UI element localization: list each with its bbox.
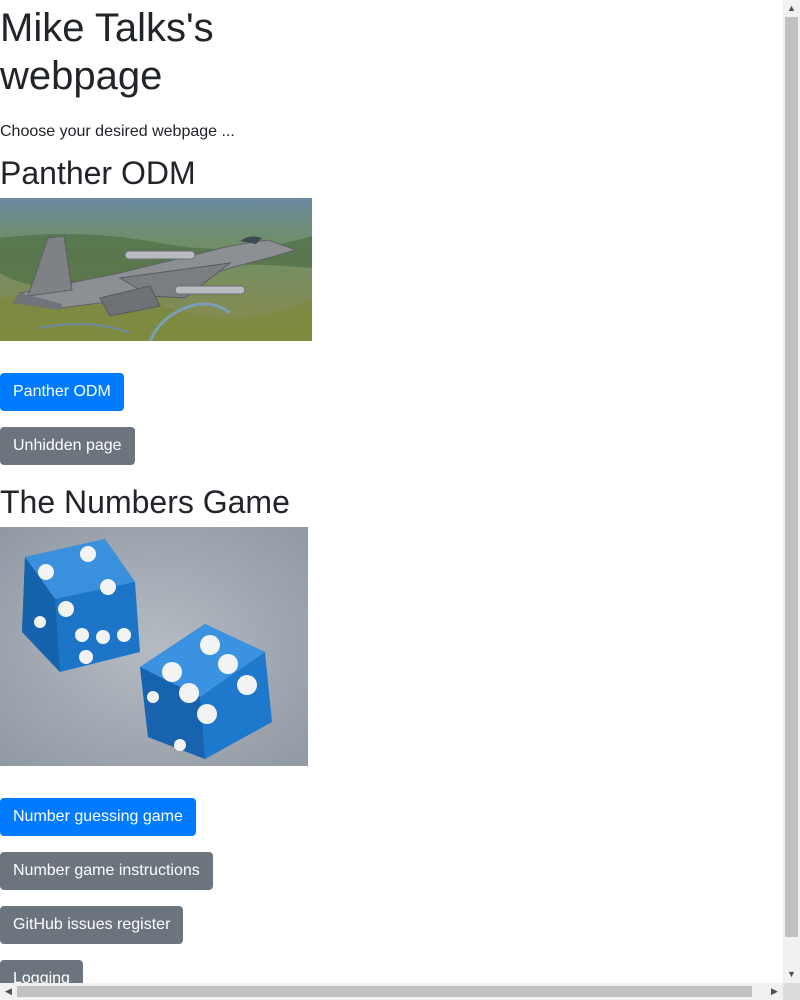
horizontal-scroll-thumb[interactable] <box>17 986 752 997</box>
jet-aircraft-image <box>0 198 312 341</box>
panther-odm-button[interactable]: Panther ODM <box>0 373 124 411</box>
unhidden-page-button[interactable]: Unhidden page <box>0 427 135 465</box>
logging-button[interactable]: Logging <box>0 960 83 983</box>
blue-dice-image <box>0 527 308 766</box>
arrow-right-icon[interactable]: ▶ <box>766 983 783 1000</box>
arrow-left-icon[interactable]: ◀ <box>0 983 17 1000</box>
page-viewport: Mike Talks's webpage Choose your desired… <box>0 0 783 983</box>
page-title: Mike Talks's webpage <box>0 6 214 98</box>
intro-text: Choose your desired webpage ... <box>0 123 235 140</box>
arrow-up-icon[interactable]: ▲ <box>783 0 800 17</box>
horizontal-scrollbar[interactable]: ◀ ▶ <box>0 983 783 1000</box>
arrow-down-icon[interactable]: ▼ <box>783 966 800 983</box>
number-game-instructions-button[interactable]: Number game instructions <box>0 852 213 890</box>
scrollbar-corner <box>783 983 800 1000</box>
vertical-scrollbar[interactable]: ▲ ▼ <box>783 0 800 983</box>
vertical-scroll-thumb[interactable] <box>785 17 798 937</box>
numbers-section-title: The Numbers Game <box>0 484 290 520</box>
github-issues-register-button[interactable]: GitHub issues register <box>0 906 184 944</box>
panther-section-title: Panther ODM <box>0 155 196 191</box>
number-guessing-game-button[interactable]: Number guessing game <box>0 798 196 836</box>
